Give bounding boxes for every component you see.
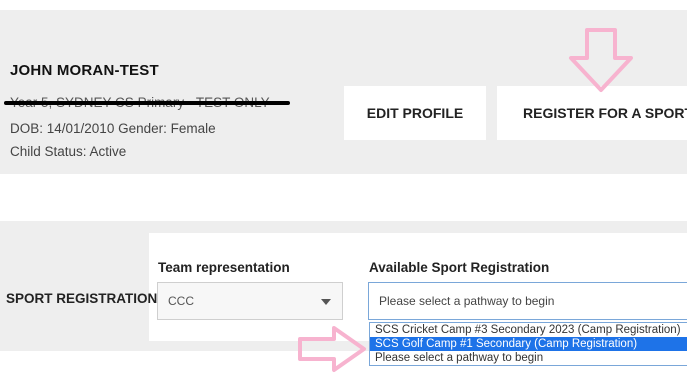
caret-down-icon (321, 299, 331, 305)
sport-registration-label: SPORT REGISTRATION (6, 291, 158, 306)
student-status: Child Status: Active (10, 144, 127, 159)
available-sport-registration-label: Available Sport Registration (369, 260, 550, 275)
edit-profile-button[interactable]: EDIT PROFILE (344, 86, 486, 140)
redaction-strike (4, 101, 290, 105)
dropdown-option[interactable]: Please select a pathway to begin (370, 351, 687, 365)
student-name: JOHN MORAN-TEST (10, 62, 159, 79)
team-representation-value: CCC (168, 294, 194, 308)
register-for-sport-button[interactable]: REGISTER FOR A SPORT (497, 86, 687, 140)
pink-right-arrow-icon (298, 326, 366, 372)
dropdown-option[interactable]: SCS Cricket Camp #3 Secondary 2023 (Camp… (370, 323, 687, 337)
student-dob-gender: DOB: 14/01/2010 Gender: Female (10, 121, 216, 136)
sport-registration-dropdown-list: SCS Cricket Camp #3 Secondary 2023 (Camp… (369, 322, 687, 366)
team-representation-select[interactable]: CCC (157, 282, 343, 320)
available-sport-registration-select[interactable]: Please select a pathway to begin (368, 282, 687, 320)
available-sport-registration-value: Please select a pathway to begin (379, 294, 555, 308)
dropdown-option-selected[interactable]: SCS Golf Camp #1 Secondary (Camp Registr… (370, 337, 687, 351)
pink-down-arrow-icon (569, 28, 633, 92)
team-representation-label: Team representation (158, 260, 290, 275)
